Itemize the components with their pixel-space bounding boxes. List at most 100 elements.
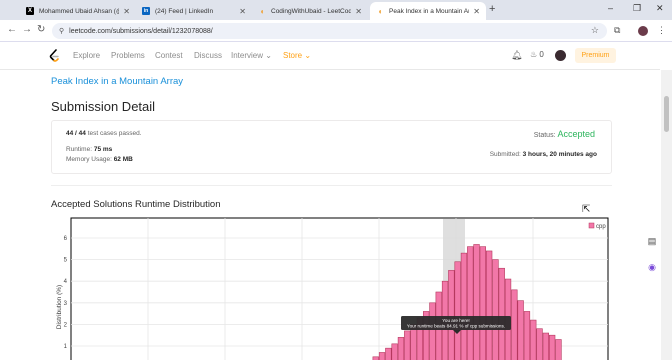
profile-avatar[interactable] — [638, 26, 648, 36]
leetcode-icon: ◖ — [377, 6, 383, 16]
x-icon: X — [26, 7, 34, 15]
distribution-bar — [555, 339, 562, 360]
memory-value: 62 MB — [113, 156, 133, 163]
nav-discuss[interactable]: Discuss — [194, 51, 222, 60]
distribution-bar — [460, 252, 468, 360]
forward-icon[interactable]: → — [22, 24, 32, 35]
site-info-icon[interactable]: ⚲ — [59, 27, 64, 35]
distribution-bar — [467, 246, 474, 360]
fire-icon: ♨ — [530, 50, 538, 59]
url-field[interactable]: ⚲ leetcode.com/submissions/detail/123207… — [52, 23, 607, 39]
close-icon[interactable]: ✕ — [123, 7, 130, 16]
submission-card: 44 / 44 test cases passed. Runtime: 75 m… — [51, 120, 612, 174]
bell-icon[interactable]: 🔔︎ — [511, 50, 522, 61]
y-tick-label: 3 — [64, 301, 68, 307]
browser-tab-leetcode-profile[interactable]: ◖ CodingWithUbaid - LeetCode P ✕ — [252, 2, 368, 20]
distribution-bar — [548, 334, 556, 360]
y-tick-label: 1 — [64, 344, 68, 350]
assistant-icon[interactable]: ◉ — [645, 260, 659, 274]
tab-label: (24) Feed | LinkedIn — [155, 7, 214, 15]
address-bar: ← → ↻ ⚲ leetcode.com/submissions/detail/… — [0, 20, 672, 42]
memory-label: Memory Usage: — [66, 156, 114, 163]
distribution-bar — [473, 244, 480, 360]
y-axis-label: Distribution (%) — [56, 285, 63, 329]
y-tick-label: 6 — [64, 236, 68, 242]
legend-swatch — [588, 222, 595, 229]
close-icon[interactable]: ✕ — [239, 7, 246, 16]
submitted-label: Submitted: — [489, 151, 523, 158]
nav-contest[interactable]: Contest — [155, 51, 183, 60]
back-icon[interactable]: ← — [7, 24, 17, 35]
minimize-button[interactable]: – — [608, 3, 613, 13]
leetcode-navbar: Explore Problems Contest Discuss Intervi… — [0, 42, 660, 70]
mouse-cursor-icon: ⇱ — [582, 204, 591, 215]
menu-icon[interactable]: ⋮ — [657, 25, 666, 36]
distribution-bar — [385, 347, 392, 360]
close-window-button[interactable]: ✕ — [656, 3, 664, 14]
distribution-bar — [404, 330, 411, 360]
streak-counter[interactable]: ♨ 0 — [530, 50, 544, 59]
leetcode-icon: ◖ — [259, 6, 265, 16]
y-tick-label: 5 — [64, 258, 68, 264]
nav-problems[interactable]: Problems — [111, 51, 145, 60]
nav-interview-label: Interview — [231, 51, 264, 60]
tooltip-line-2: Your runtime beats 84.91 % of cpp submis… — [407, 324, 505, 329]
runtime-label: Runtime: — [66, 146, 94, 153]
maximize-button[interactable]: ❐ — [633, 3, 641, 14]
screen: X Mohammed Ubaid Ahsan (@co ✕ in (24) Fe… — [0, 0, 672, 360]
problem-link[interactable]: Peak Index in a Mountain Array — [51, 76, 183, 87]
y-tick-label: 4 — [64, 279, 68, 285]
tests-suffix: test cases passed. — [85, 130, 142, 137]
reload-icon[interactable]: ↻ — [37, 24, 45, 35]
distribution-bar — [479, 246, 486, 360]
extensions-icon[interactable]: ⧉ — [614, 25, 620, 36]
leetcode-logo-icon[interactable] — [48, 49, 60, 63]
tab-label: CodingWithUbaid - LeetCode P — [271, 7, 352, 15]
runtime-stat: Runtime: 75 ms — [66, 146, 112, 153]
browser-tab-x[interactable]: X Mohammed Ubaid Ahsan (@co ✕ — [20, 2, 136, 20]
tooltip-line-1: You are here! — [442, 318, 469, 323]
distribution-bar — [542, 332, 549, 360]
browser-tab-linkedin[interactable]: in (24) Feed | LinkedIn ✕ — [136, 2, 252, 20]
distribution-bar — [511, 289, 518, 360]
close-icon[interactable]: ✕ — [473, 7, 480, 16]
nav-explore[interactable]: Explore — [73, 51, 100, 60]
page-title: Submission Detail — [51, 99, 156, 114]
browser-tab-active[interactable]: ◖ Peak Index in a Mountain Arra ✕ — [370, 2, 486, 20]
submitted-time: Submitted: 3 hours, 20 minutes ago — [490, 151, 597, 158]
distribution-bar — [454, 261, 461, 360]
user-avatar[interactable] — [555, 50, 566, 61]
new-tab-button[interactable]: + — [489, 3, 495, 15]
notes-icon[interactable]: ▤ — [645, 234, 659, 248]
distribution-bar — [391, 343, 398, 360]
premium-button[interactable]: Premium — [575, 48, 616, 63]
runtime-value: 75 ms — [93, 146, 113, 153]
status-value: Accepted — [557, 129, 595, 139]
tab-label: Peak Index in a Mountain Arra — [389, 7, 470, 15]
nav-interview[interactable]: Interview ⌄ — [231, 51, 272, 60]
tab-label: Mohammed Ubaid Ahsan (@co — [39, 7, 119, 15]
browser-tab-strip: X Mohammed Ubaid Ahsan (@co ✕ in (24) Fe… — [0, 0, 672, 20]
distribution-bar — [485, 250, 493, 360]
memory-stat: Memory Usage: 62 MB — [66, 156, 133, 163]
runtime-distribution-chart[interactable]: 1 2 3 4 5 6 Distribution (%) cpp You are here!Yo… — [51, 212, 611, 360]
close-icon[interactable]: ✕ — [355, 7, 362, 16]
streak-count: 0 — [539, 50, 544, 59]
status-label: Status: — [533, 132, 558, 139]
distribution-bar — [397, 337, 405, 360]
distribution-bar — [536, 328, 543, 360]
legend-label: cpp — [596, 224, 606, 230]
tests-passed: 44 / 44 test cases passed. — [66, 130, 142, 137]
status-badge: Status: Accepted — [534, 129, 595, 139]
url-text: leetcode.com/submissions/detail/12320780… — [69, 27, 213, 35]
distribution-bar — [523, 311, 531, 360]
distribution-title: Accepted Solutions Runtime Distribution — [51, 199, 221, 210]
bookmark-star-icon[interactable]: ☆ — [591, 25, 599, 36]
divider — [51, 185, 612, 186]
distribution-bar — [378, 352, 386, 360]
distribution-bar — [517, 300, 524, 360]
scrollbar-thumb[interactable] — [664, 96, 669, 132]
distribution-bar — [448, 270, 455, 360]
nav-store[interactable]: Store ⌄ — [283, 51, 311, 60]
nav-store-label: Store — [283, 51, 303, 60]
